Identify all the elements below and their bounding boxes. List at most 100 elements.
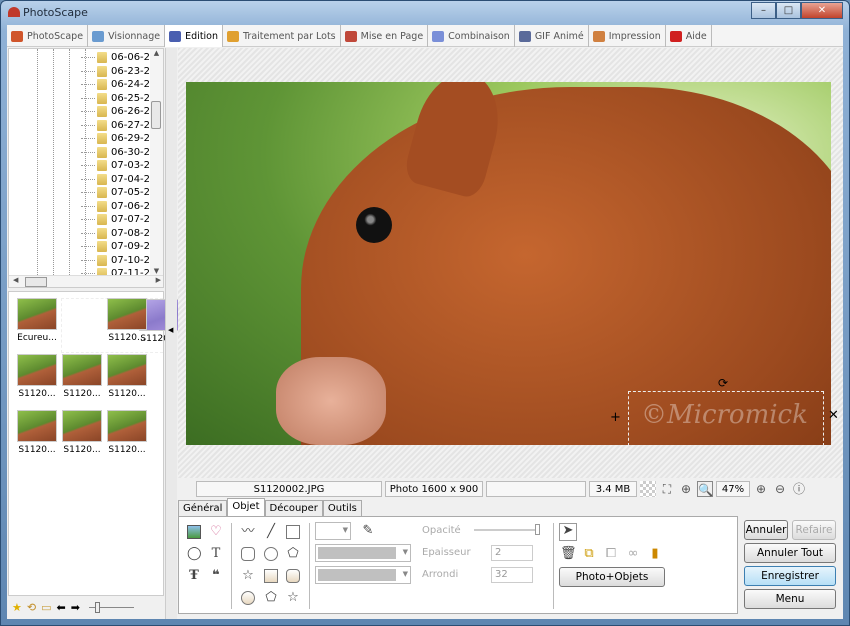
scroll-thumb[interactable] — [25, 277, 47, 287]
menu-button[interactable]: Menu — [744, 589, 836, 609]
back-arrow-icon[interactable]: ⬅ — [57, 601, 66, 614]
text-outline-icon[interactable]: Ŧ — [187, 569, 201, 583]
thumbnail[interactable]: S1120... — [16, 410, 58, 455]
redo-button[interactable]: Refaire — [792, 520, 836, 540]
folder-item[interactable]: 07-09-20 — [81, 240, 156, 254]
rounding-spinner[interactable]: 32 — [491, 567, 533, 583]
thumbnail[interactable]: S1120... — [106, 410, 148, 455]
panel-splitter[interactable]: ◀ — [165, 48, 177, 619]
rounded-rectangle-icon[interactable] — [241, 547, 255, 561]
minimize-button[interactable]: – — [751, 2, 776, 19]
folder-item[interactable]: 07-04-20 — [81, 173, 156, 187]
opacity-slider[interactable] — [474, 524, 540, 535]
zoom-fit-icon[interactable]: 🔍 — [697, 481, 713, 497]
line-style-dropdown[interactable]: ▼ — [315, 544, 411, 562]
star-icon[interactable]: ★ — [12, 601, 22, 614]
thumbnail[interactable]: S1120... — [106, 354, 148, 399]
thickness-spinner[interactable]: 2 — [491, 545, 533, 561]
scroll-thumb[interactable] — [151, 101, 161, 129]
filled-rectangle-icon[interactable] — [264, 569, 278, 583]
freehand-icon[interactable]: 〰 — [241, 525, 255, 539]
thumbnail[interactable]: S1120... — [106, 298, 148, 343]
folder-item[interactable]: 06-24-20 — [81, 78, 156, 92]
panel-tab-1[interactable]: Objet — [227, 498, 265, 517]
insert-icon-icon[interactable]: ♡ — [209, 525, 223, 539]
tab-visionnage[interactable]: Visionnage — [88, 25, 166, 47]
circle-icon[interactable] — [264, 547, 278, 561]
move-handle-icon[interactable]: + — [610, 410, 621, 425]
close-button[interactable]: ✕ — [801, 2, 843, 19]
text-icon[interactable]: T — [209, 547, 223, 561]
folder-item[interactable]: 06-25-20 — [81, 92, 156, 106]
panel-tab-3[interactable]: Outils — [322, 500, 362, 517]
tree-vertical-scrollbar[interactable]: ▲ ▼ — [150, 49, 163, 275]
tab-combinaison[interactable]: Combinaison — [428, 25, 515, 47]
image-canvas[interactable]: ©Micromick ⟳ + ✕ — [178, 48, 843, 478]
rectangle-icon[interactable] — [286, 525, 300, 539]
zoom-in-icon[interactable]: ⊕ — [753, 481, 769, 497]
tab-impression[interactable]: Impression — [589, 25, 666, 47]
info-icon[interactable]: ⓘ — [791, 481, 807, 497]
eyedropper-icon[interactable]: ✎ — [361, 524, 375, 538]
photo-objects-button[interactable]: Photo+Objets — [559, 567, 665, 587]
tree-horizontal-scrollbar[interactable]: ◀ ▶ — [9, 275, 163, 287]
tab-aide[interactable]: Aide — [666, 25, 712, 47]
speech-balloon-icon[interactable]: ◯ — [187, 547, 202, 561]
folder-icon[interactable]: ▭ — [41, 601, 51, 614]
delete-object-icon[interactable]: ✕ — [828, 408, 839, 423]
pentagon-icon[interactable]: ⬠ — [286, 547, 300, 561]
undo-button[interactable]: Annuler — [744, 520, 788, 540]
undo-all-button[interactable]: Annuler Tout — [744, 543, 836, 563]
rotate-icon[interactable]: ⟲ — [27, 601, 36, 614]
save-button[interactable]: Enregistrer — [744, 566, 836, 586]
folder-tree[interactable]: 06-06-20 06-23-20 06-24-20 06-25-20 06-26-20… — [8, 48, 164, 288]
folder-item[interactable]: 06-29-20 — [81, 132, 156, 146]
filled-pentagon-icon[interactable]: ⬠ — [264, 591, 278, 605]
rotate-handle-icon[interactable]: ⟳ — [718, 376, 728, 390]
folder-item[interactable]: 07-07-20 — [81, 213, 156, 227]
tab-edition[interactable]: Edition — [165, 25, 224, 47]
folder-item[interactable]: 06-26-20 — [81, 105, 156, 119]
tab-mise-en-page[interactable]: Mise en Page — [341, 25, 429, 47]
folder-item[interactable]: 06-23-20 — [81, 65, 156, 79]
thumbnail-size-slider[interactable] — [88, 601, 134, 613]
folder-item[interactable]: 06-06-20 — [81, 51, 156, 65]
thumbnail[interactable]: S1120... — [61, 410, 103, 455]
star-icon[interactable]: ☆ — [241, 569, 255, 583]
filled-circle-icon[interactable] — [241, 591, 255, 605]
photo[interactable]: ©Micromick — [186, 82, 831, 445]
tab-gif-animé[interactable]: GIF Animé — [515, 25, 589, 47]
quote-icon[interactable]: ❝ — [209, 569, 223, 583]
delete-object-icon[interactable]: 🗑 — [560, 547, 577, 561]
panel-tab-2[interactable]: Découper — [264, 500, 323, 517]
selected-object-box[interactable] — [628, 391, 824, 445]
maximize-button[interactable]: □ — [776, 2, 801, 19]
filled-star-icon[interactable]: ☆ — [286, 591, 300, 605]
group-icon[interactable]: ∞ — [626, 547, 640, 561]
line-icon[interactable]: ╱ — [264, 525, 278, 539]
thumbnail[interactable]: S1120... — [61, 354, 103, 399]
actual-size-icon[interactable]: ⊕ — [678, 481, 694, 497]
forward-arrow-icon[interactable]: ➡ — [71, 601, 80, 614]
folder-item[interactable]: 07-03-20 — [81, 159, 156, 173]
folder-item[interactable]: 07-08-20 — [81, 227, 156, 241]
folder-item[interactable]: 07-05-20 — [81, 186, 156, 200]
tab-traitement-par-lots[interactable]: Traitement par Lots — [223, 25, 341, 47]
folder-item[interactable]: 07-06-20 — [81, 200, 156, 214]
select-pointer-icon[interactable]: ➤ — [559, 523, 577, 541]
duplicate-icon[interactable]: ⧉ — [582, 547, 596, 561]
tab-photoscape[interactable]: PhotoScape — [7, 25, 89, 47]
zoom-out-icon[interactable]: ⊖ — [772, 481, 788, 497]
folder-item[interactable]: 07-10-20 — [81, 254, 156, 268]
panel-tab-0[interactable]: Général — [178, 500, 228, 517]
folder-item[interactable]: 06-30-20 — [81, 146, 156, 160]
folder-item[interactable]: 06-27-20 — [81, 119, 156, 133]
fill-style-dropdown[interactable]: ▼ — [315, 566, 411, 584]
thumbnail[interactable]: S1120... — [16, 354, 58, 399]
fit-screen-icon[interactable]: ⛶ — [659, 481, 675, 497]
filled-rounded-rectangle-icon[interactable] — [286, 569, 300, 583]
rasterize-icon[interactable]: ▮ — [648, 547, 662, 561]
thumbnail[interactable]: Ecureu... — [16, 298, 58, 343]
transparency-icon[interactable] — [640, 481, 656, 497]
color-picker[interactable]: ▼ — [315, 522, 351, 540]
